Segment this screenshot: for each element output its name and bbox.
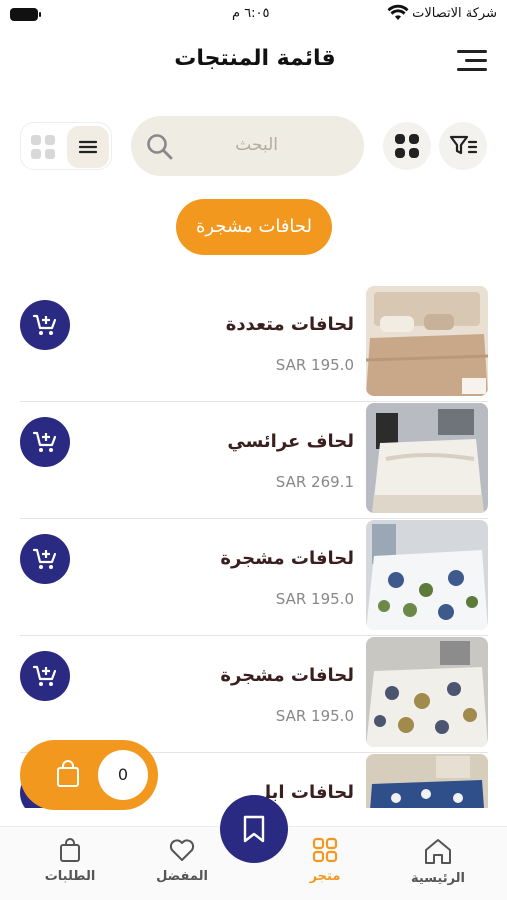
nav-store-label: متجر	[309, 869, 341, 884]
nav-favorites[interactable]: المفضل	[142, 837, 222, 884]
bookmark-fab[interactable]	[220, 795, 288, 863]
status-time: ٦:٠٥ م	[232, 6, 270, 21]
home-icon	[425, 839, 451, 864]
shopping-bag-icon	[60, 838, 80, 862]
product-price: SAR 195.0	[275, 590, 354, 608]
status-bar: ٦:٠٥ م شركة الاتصالات	[0, 0, 507, 28]
page-title: قائمة المنتجات	[174, 46, 336, 71]
carrier-name: شركة الاتصالات	[412, 6, 497, 21]
nav-favorites-label: المفضل	[156, 869, 208, 884]
bookmark-icon	[243, 815, 265, 843]
product-price: SAR 195.0	[275, 707, 354, 725]
product-price: SAR 269.1	[275, 473, 354, 491]
add-to-cart-button[interactable]	[20, 300, 70, 350]
add-to-cart-icon	[32, 665, 57, 686]
product-item[interactable]: لحافات متعددة SAR 195.0	[20, 286, 488, 396]
product-item[interactable]: لحافات مشجرة SAR 195.0	[20, 520, 488, 630]
header: قائمة المنتجات	[0, 40, 507, 84]
store-grid-icon	[312, 837, 338, 863]
nav-orders[interactable]: الطلبات	[30, 837, 110, 884]
list-view-icon	[78, 140, 98, 154]
list-view-button[interactable]	[67, 126, 109, 168]
add-to-cart-button[interactable]	[20, 417, 70, 467]
categories-button[interactable]	[383, 122, 431, 170]
heart-icon	[169, 839, 195, 861]
nav-home[interactable]: الرئيسية	[398, 837, 478, 886]
nav-store[interactable]: متجر	[285, 837, 365, 884]
add-to-cart-button[interactable]	[20, 534, 70, 584]
add-to-cart-icon	[32, 431, 57, 452]
product-price: SAR 195.0	[275, 356, 354, 374]
wifi-icon	[387, 4, 409, 20]
product-item[interactable]: لحاف عرائسي SAR 269.1	[20, 403, 488, 513]
add-to-cart-button[interactable]	[20, 651, 70, 701]
product-name[interactable]: لحافات متعددة	[226, 314, 354, 335]
view-toggle	[20, 122, 112, 170]
divider	[20, 518, 488, 519]
product-item[interactable]: لحافات مشجرة SAR 195.0	[20, 637, 488, 747]
product-name[interactable]: لحافات مشجرة	[220, 548, 354, 569]
product-image[interactable]	[366, 286, 488, 396]
search-icon[interactable]	[145, 132, 175, 162]
add-to-cart-icon	[32, 314, 57, 335]
filter-button[interactable]	[439, 122, 487, 170]
shopping-bag-icon	[57, 760, 79, 787]
category-chip[interactable]: لحافات مشجرة	[176, 199, 332, 255]
battery-icon	[10, 8, 41, 21]
search-input[interactable]: البحث	[235, 135, 278, 155]
divider	[20, 635, 488, 636]
cart-summary-button[interactable]: 0	[20, 740, 158, 810]
divider	[20, 401, 488, 402]
product-image[interactable]	[366, 520, 488, 630]
product-name[interactable]: لحاف عرائسي	[227, 431, 354, 452]
product-image[interactable]	[366, 637, 488, 747]
menu-icon[interactable]	[457, 48, 487, 74]
product-image[interactable]	[366, 403, 488, 513]
nav-home-label: الرئيسية	[410, 871, 466, 886]
grid-view-icon[interactable]	[29, 133, 57, 161]
product-image[interactable]	[366, 754, 488, 808]
filter-icon	[449, 135, 477, 155]
product-name[interactable]: لحافات مشجرة	[220, 665, 354, 686]
nav-orders-label: الطلبات	[44, 869, 96, 884]
add-to-cart-icon	[32, 548, 57, 569]
cart-count: 0	[98, 750, 148, 800]
categories-grid-icon	[395, 134, 419, 158]
search-bar[interactable]: البحث	[131, 116, 364, 176]
